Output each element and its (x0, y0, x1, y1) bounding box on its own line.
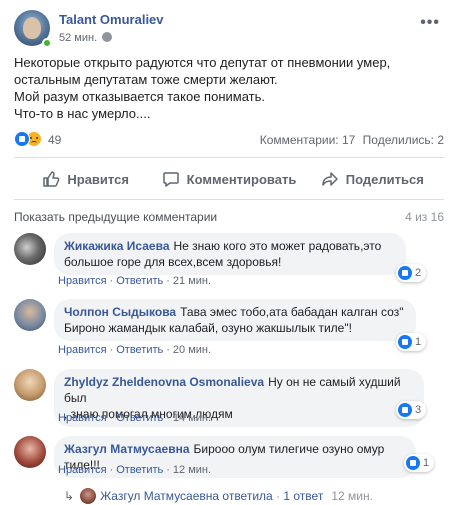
commenter-avatar[interactable] (14, 233, 46, 265)
comment-text-line: Тава эмес тобо,ата бабадан калган соз" (180, 305, 404, 319)
comment-like-link[interactable]: Нравится (58, 275, 107, 287)
shares-count-link[interactable]: Поделились: 2 (363, 133, 444, 147)
comment-time[interactable]: 20 мин. (173, 344, 211, 356)
replier-avatar (80, 488, 97, 504)
comment-reaction-count: 2 (415, 267, 422, 279)
comment-button[interactable]: Комментировать (157, 159, 300, 199)
comment-text-line: Не знаю кого это может радовать,это (173, 239, 382, 253)
show-previous-comments-link[interactable]: Показать предыдущие комментарии (14, 210, 217, 224)
comment-text-line: большое горе для всех,всем здоровья! (64, 255, 282, 269)
comment-reply-link[interactable]: Ответить (116, 275, 163, 287)
post-header: Talant Omuraliev 52 мин. ••• (14, 10, 444, 50)
reactions-summary: 49 Комментарии: 17 Поделились: 2 (14, 131, 444, 149)
commenter-name[interactable]: Zhyldyz Zheldenovna Osmonalieva (64, 375, 264, 389)
comment-reply-link[interactable]: Ответить (116, 344, 163, 356)
comment-like-link[interactable]: Нравится (58, 412, 107, 424)
comment-time[interactable]: 14 мин. (173, 412, 211, 424)
post-action-bar: Нравится Комментировать Поделиться (14, 159, 444, 199)
divider (14, 157, 444, 158)
post-text: Некоторые открыто радуются что депутат о… (14, 54, 444, 122)
like-reaction-icon (406, 456, 420, 470)
commenter-avatar[interactable] (14, 369, 46, 401)
comment-text-line: Бироно жамандык калабай, озуно жакшылык … (64, 321, 352, 335)
replied-by-label[interactable]: Жазгул Матмусаевна ответила (100, 489, 273, 503)
post-text-line: Что-то в нас умерло.... (14, 106, 151, 121)
comment-item: Жикажика Исаева Не знаю кого это может ра… (14, 233, 444, 291)
comment-button-label: Комментировать (186, 171, 297, 187)
comment-reply-link[interactable]: Ответить (116, 412, 163, 424)
share-arrow-icon (322, 172, 338, 186)
like-reaction-icon (398, 266, 412, 280)
share-button-label: Поделиться (345, 171, 424, 187)
post-text-line: остальным депутатам тоже смерти желают. (14, 72, 278, 87)
post-timestamp[interactable]: 52 мин. (59, 32, 113, 44)
comment-like-link[interactable]: Нравится (58, 344, 107, 356)
more-options-icon[interactable]: ••• (420, 14, 440, 32)
comment-item: Жазгул Матмусаевна Бирооо олум тилегиче о… (14, 436, 444, 480)
comments-count-link[interactable]: Комментарии: 17 (260, 133, 356, 147)
comment-item: Zhyldyz Zheldenovna Osmonalieva Ну он не … (14, 369, 444, 427)
like-reaction-icon[interactable] (14, 131, 30, 147)
like-reaction-icon (398, 335, 412, 349)
comment-like-link[interactable]: Нравится (58, 464, 107, 476)
comment-actions: Нравится · Ответить · 21 мин. (58, 275, 212, 287)
comment-actions: Нравится · Ответить · 20 мин. (58, 344, 212, 356)
comments-header: Показать предыдущие комментарии 4 из 16 (14, 207, 444, 227)
comment-reaction-badge[interactable]: 3 (396, 401, 427, 419)
comment-bubble: Чолпон Сыдыкова Тава эмес тобо,ата бабада… (54, 299, 416, 341)
commenter-avatar[interactable] (14, 299, 46, 331)
like-button[interactable]: Нравится (14, 159, 157, 199)
comment-reaction-badge[interactable]: 2 (396, 264, 427, 282)
reply-time: 12 мин. (331, 489, 373, 503)
commenter-name[interactable]: Чолпон Сыдыкова (64, 305, 176, 319)
comment-reaction-badge[interactable]: 1 (404, 454, 435, 472)
comment-reaction-count: 1 (415, 336, 422, 348)
post-stats: Комментарии: 17 Поделились: 2 (256, 133, 444, 147)
author-name[interactable]: Talant Omuraliev (59, 12, 164, 27)
post-text-line: Мой разум отказывается такое понимать. (14, 89, 265, 104)
post-text-line: Некоторые открыто радуются что депутат о… (14, 55, 391, 70)
comment-reaction-count: 1 (423, 457, 430, 469)
comment-actions: Нравится · Ответить · 14 мин. (58, 412, 212, 424)
reply-arrow-icon: ↳ (64, 489, 75, 503)
online-status-icon (42, 38, 52, 48)
globe-icon (102, 32, 113, 42)
thumbs-up-icon (43, 171, 60, 187)
divider (14, 199, 444, 200)
commenter-avatar[interactable] (14, 436, 46, 468)
commenter-name[interactable]: Жикажика Исаева (64, 239, 170, 253)
post-time[interactable]: 52 мин. (59, 32, 97, 44)
replies-count-link[interactable]: 1 ответ (283, 489, 323, 503)
like-reaction-icon (398, 403, 412, 417)
comment-reaction-count: 3 (415, 404, 422, 416)
comment-reply-link[interactable]: Ответить (116, 464, 163, 476)
comment-reaction-badge[interactable]: 1 (396, 333, 427, 351)
comments-page-count: 4 из 16 (405, 210, 444, 224)
commenter-name[interactable]: Жазгул Матмусаевна (64, 442, 190, 456)
like-button-label: Нравится (67, 171, 129, 187)
view-replies-row[interactable]: ↳ Жазгул Матмусаевна ответила · 1 ответ 12… (64, 488, 373, 505)
reaction-count[interactable]: 49 (48, 133, 61, 147)
share-button[interactable]: Поделиться (301, 159, 444, 199)
comment-time[interactable]: 12 мин. (173, 464, 211, 476)
comment-item: Чолпон Сыдыкова Тава эмес тобо,ата бабада… (14, 299, 444, 357)
comment-bubble: Жикажика Исаева Не знаю кого это может ра… (54, 233, 406, 275)
comment-time[interactable]: 21 мин. (173, 275, 211, 287)
comment-bubble-icon (162, 172, 179, 187)
comment-actions: Нравится · Ответить · 12 мин. (58, 464, 212, 476)
